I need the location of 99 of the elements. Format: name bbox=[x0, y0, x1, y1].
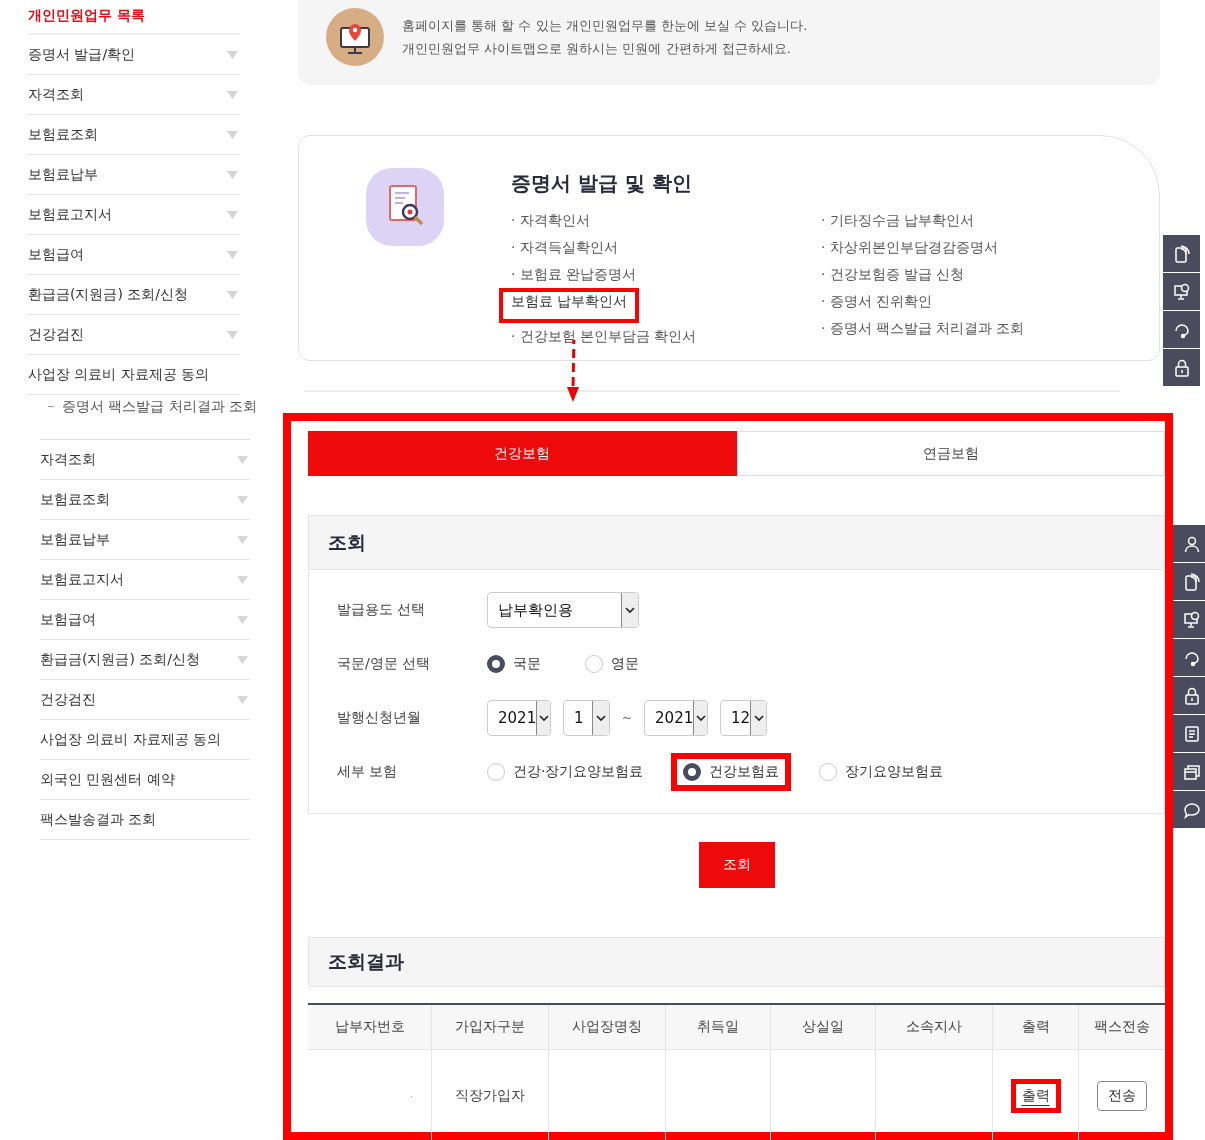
person-icon[interactable] bbox=[1173, 525, 1205, 563]
certificate-link[interactable]: · 차상위본인부담경감증명서 bbox=[821, 233, 998, 261]
print-button[interactable]: 출력 bbox=[1010, 1079, 1061, 1113]
sidebar-item[interactable]: 건강검진 bbox=[28, 315, 240, 355]
caret-icon bbox=[237, 615, 248, 624]
tab[interactable]: 연금보험 bbox=[736, 431, 1165, 476]
column-header: 사업장명칭 bbox=[549, 1005, 666, 1049]
monitor-pin-icon bbox=[326, 8, 384, 67]
certificate-link[interactable]: 보험료 납부확인서 bbox=[499, 287, 640, 323]
caret-icon bbox=[227, 50, 238, 59]
search-button[interactable]: 조회 bbox=[698, 842, 775, 888]
document-magnifier-icon bbox=[366, 167, 444, 246]
send-button[interactable]: 전송 bbox=[1097, 1081, 1147, 1111]
column-header: 가입자구분 bbox=[432, 1005, 549, 1049]
caret-icon bbox=[227, 330, 238, 339]
dropdown[interactable]: 2021 bbox=[644, 700, 709, 736]
radio-option[interactable]: 국문 bbox=[475, 645, 553, 683]
radio-option[interactable]: 건강보험료 bbox=[671, 753, 792, 791]
sidebar-item[interactable]: 건강검진 bbox=[40, 680, 250, 720]
certificate-link[interactable]: · 건강보험 본인부담금 확인서 bbox=[511, 322, 697, 350]
caret-icon bbox=[237, 575, 248, 584]
table-cell: 직장가입자 bbox=[455, 1087, 525, 1105]
column-header: 팩스전송 bbox=[1093, 1017, 1151, 1036]
sidebar-item[interactable]: 증명서 발급/확인 bbox=[28, 35, 240, 75]
sidebar-item[interactable]: 팩스발송결과 조회 bbox=[40, 800, 250, 840]
certificate-link[interactable]: · 자격확인서 bbox=[511, 206, 590, 234]
field-label: 발행신청년월 bbox=[337, 709, 422, 727]
sidebar-item[interactable]: 보험료고지서 bbox=[40, 560, 250, 600]
sidebar-item[interactable]: 사업장 의료비 자료제공 동의 bbox=[28, 355, 240, 395]
radio-option[interactable]: 건강·장기요양보험료 bbox=[475, 753, 656, 791]
section-title: 조회 bbox=[328, 529, 366, 555]
caret-icon bbox=[227, 130, 238, 139]
sidebar-item[interactable]: 보험료고지서 bbox=[28, 195, 240, 235]
certificate-link[interactable]: · 보험료 완납증명서 bbox=[511, 260, 636, 288]
headset-icon[interactable] bbox=[1163, 311, 1200, 349]
certificate-link[interactable]: · 건강보험증 발급 신청 bbox=[821, 260, 965, 288]
chevron-down-icon bbox=[753, 714, 764, 722]
caret-icon bbox=[227, 170, 238, 179]
intro-text: 개인민원업무 사이트맵으로 원하시는 민원에 간편하게 접근하세요. bbox=[402, 40, 792, 59]
phone-icon[interactable] bbox=[1163, 235, 1200, 273]
certificate-link[interactable]: · 기타징수금 납부확인서 bbox=[821, 206, 974, 234]
caret-icon bbox=[237, 655, 248, 664]
caret-icon bbox=[227, 250, 238, 259]
caret-icon bbox=[227, 210, 238, 219]
sidebar-item[interactable]: 자격조회 bbox=[28, 75, 240, 115]
caret-icon bbox=[237, 695, 248, 704]
chat-icon[interactable] bbox=[1173, 791, 1205, 829]
sidebar-item[interactable]: 보험료조회 bbox=[28, 115, 240, 155]
range-separator: ~ bbox=[622, 711, 633, 725]
caret-icon bbox=[237, 535, 248, 544]
caret-icon bbox=[227, 290, 238, 299]
certificate-link[interactable]: · 증명서 팩스발급 처리결과 조회 bbox=[821, 314, 1025, 342]
column-header: 납부자번호 bbox=[308, 1005, 432, 1049]
dropdown[interactable]: 2021 bbox=[487, 700, 551, 736]
column-header: 취득일 bbox=[666, 1005, 771, 1049]
monitor-icon[interactable] bbox=[1173, 601, 1205, 639]
column-header: 소속지사 bbox=[876, 1005, 993, 1049]
document-icon[interactable] bbox=[1173, 715, 1205, 753]
caret-icon bbox=[237, 495, 248, 504]
dropdown[interactable]: 1 bbox=[563, 700, 610, 736]
dropdown[interactable]: 12 bbox=[720, 700, 768, 736]
lock-icon[interactable] bbox=[1163, 349, 1200, 387]
certificate-link[interactable]: · 자격득실확인서 bbox=[511, 233, 618, 261]
card-title: 증명서 발급 및 확인 bbox=[511, 169, 693, 197]
windows-icon[interactable] bbox=[1173, 753, 1205, 791]
intro-text: 홈페이지를 통해 할 수 있는 개인민원업무를 한눈에 보실 수 있습니다. bbox=[402, 17, 808, 36]
chevron-down-icon bbox=[538, 714, 549, 722]
sidebar-item[interactable]: 보험료조회 bbox=[40, 480, 250, 520]
radio-option[interactable]: 장기요양보험료 bbox=[807, 753, 956, 791]
dropdown[interactable]: 납부확인용 bbox=[487, 592, 639, 628]
sidebar-item[interactable]: 보험급여 bbox=[40, 600, 250, 640]
column-header: 출력 bbox=[993, 1005, 1079, 1049]
monitor-icon[interactable] bbox=[1163, 273, 1200, 311]
chevron-down-icon bbox=[596, 714, 606, 722]
sidebar-item[interactable]: 보험료납부 bbox=[40, 520, 250, 560]
sidebar-title: 개인민원업무 목록 bbox=[28, 0, 240, 35]
field-label: 세부 보험 bbox=[337, 763, 399, 781]
sidebar-item[interactable]: 보험급여 bbox=[28, 235, 240, 275]
phone-icon[interactable] bbox=[1173, 563, 1205, 601]
field-label: 국문/영문 선택 bbox=[337, 655, 432, 673]
chevron-down-icon bbox=[625, 606, 635, 614]
sidebar-item[interactable]: 보험료납부 bbox=[28, 155, 240, 195]
chevron-down-icon bbox=[695, 714, 706, 722]
sidebar-item[interactable]: 증명서 팩스발급 처리결과 조회 bbox=[62, 397, 258, 415]
tab[interactable]: 건강보험 bbox=[308, 431, 737, 476]
field-label: 발급용도 선택 bbox=[337, 601, 427, 619]
sidebar-item[interactable]: 사업장 의료비 자료제공 동의 bbox=[40, 720, 250, 760]
column-header: 상실일 bbox=[771, 1005, 876, 1049]
headset-icon[interactable] bbox=[1173, 639, 1205, 677]
section-title: 조회결과 bbox=[328, 949, 404, 974]
sidebar-item[interactable]: 외국인 민원센터 예약 bbox=[40, 760, 250, 800]
sidebar-item[interactable]: 자격조회 bbox=[40, 440, 250, 480]
sidebar-item[interactable]: 환급금(지원금) 조회/신청 bbox=[28, 275, 240, 315]
radio-option[interactable]: 영문 bbox=[573, 645, 651, 683]
caret-icon bbox=[227, 90, 238, 99]
certificate-link[interactable]: · 증명서 진위확인 bbox=[821, 287, 932, 315]
sidebar-item[interactable]: 환급금(지원금) 조회/신청 bbox=[40, 640, 250, 680]
caret-icon bbox=[237, 455, 248, 464]
lock-icon[interactable] bbox=[1173, 677, 1205, 715]
